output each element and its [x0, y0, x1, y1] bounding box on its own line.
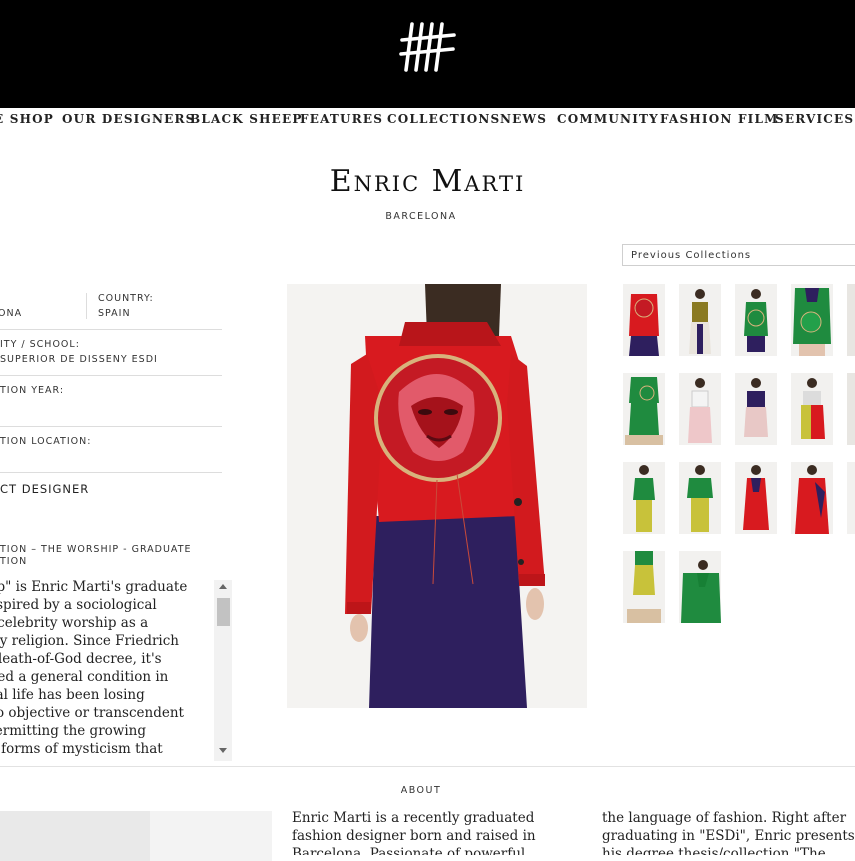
description-line: nce to objective or transcendent [0, 705, 184, 721]
collection-thumbnail[interactable] [735, 284, 777, 356]
nav-e-shop[interactable]: E SHOP [0, 112, 54, 126]
about-text-column-2: the language of fashion. Right after gra… [602, 810, 855, 855]
description-line: on inspired by a sociological [0, 597, 157, 613]
nav-collections[interactable]: COLLECTIONS [387, 112, 500, 126]
collection-thumbnail[interactable] [623, 551, 665, 623]
country-value: SPAIN [98, 308, 131, 319]
collection-thumbnail[interactable] [847, 462, 855, 534]
description-line: he's death-of-God decree, it's [0, 651, 162, 667]
collection-thumbnail[interactable] [791, 373, 833, 445]
nav-news[interactable]: NEWS [500, 112, 547, 126]
description-line: porary religion. Since Friedrich [0, 633, 179, 649]
collection-thumbnail[interactable] [623, 284, 665, 356]
description-line: ity of forms of mysticism that [0, 741, 163, 757]
collection-thumbnail[interactable] [791, 284, 833, 356]
description-line: orship" is Enric Marti's graduate [0, 579, 188, 595]
about-text-column-1: Enric Marti is a recently graduated fash… [292, 810, 536, 855]
collection-title-line1: TION – THE WORSHIP - GRADUATE [0, 544, 192, 555]
tally-marks-logo[interactable] [398, 20, 458, 76]
nav-fashion-film[interactable]: FASHION FILM [660, 112, 779, 126]
country-label: COUNTRY: [98, 293, 154, 304]
university-label: ITY / SCHOOL: [0, 339, 80, 350]
collection-thumbnail[interactable] [791, 462, 833, 534]
collection-thumbnail[interactable] [735, 373, 777, 445]
scroll-up-arrow-icon[interactable] [219, 584, 227, 589]
collection-thumbnail[interactable] [623, 373, 665, 445]
city-value: ONA [0, 308, 23, 319]
collection-thumbnail[interactable] [847, 373, 855, 445]
previous-collections-select[interactable]: Previous Collections [622, 244, 855, 266]
scroll-down-arrow-icon[interactable] [219, 748, 227, 753]
info-divider [0, 426, 222, 427]
collection-title-line2: TION [0, 556, 28, 567]
description-line: ds, permitting the growing [0, 723, 146, 739]
collection-thumbnail[interactable] [679, 551, 721, 623]
collection-thumbnail[interactable] [847, 284, 855, 356]
collection-description[interactable]: orship" is Enric Marti's graduate on ins… [0, 578, 232, 762]
scrollbar-thumb[interactable] [217, 598, 230, 626]
site-header [0, 0, 855, 108]
collection-thumbnail[interactable] [679, 284, 721, 356]
nav-services[interactable]: SERVICES [775, 112, 854, 126]
nav-features[interactable]: FEATURES [300, 112, 383, 126]
nav-our-designers[interactable]: OUR DESIGNERS [62, 112, 196, 126]
designer-type: CT DESIGNER [0, 482, 90, 496]
description-line: ultural life has been losing [0, 687, 145, 703]
main-nav: E SHOP OUR DESIGNERS BLACK SHEEP FEATURE… [0, 108, 855, 130]
info-divider [0, 375, 222, 376]
description-text: orship" is Enric Marti's graduate on ins… [0, 578, 212, 758]
collection-thumbnail[interactable] [679, 373, 721, 445]
description-line: entified a general condition in [0, 669, 169, 685]
nav-black-sheep[interactable]: BLACK SHEEP [190, 112, 303, 126]
info-divider [0, 472, 222, 473]
graduation-location-label: TION LOCATION: [0, 436, 92, 447]
collection-thumbnail[interactable] [623, 462, 665, 534]
about-heading: ABOUT [400, 785, 442, 796]
about-photo [0, 811, 272, 861]
designer-name: Enric Marti [329, 164, 526, 199]
collection-thumbnail[interactable] [735, 462, 777, 534]
university-value: SUPERIOR DE DISSENY ESDI [0, 354, 158, 365]
description-line: bout celebrity worship as a [0, 615, 149, 631]
section-divider [0, 766, 855, 767]
info-divider [0, 329, 222, 330]
graduation-year-label: TION YEAR: [0, 385, 65, 396]
nav-community[interactable]: COMMUNITY [557, 112, 659, 126]
designer-city: BARCELONA [385, 211, 457, 222]
hero-collection-photo[interactable] [287, 284, 587, 708]
collection-thumbnail[interactable] [679, 462, 721, 534]
info-divider-vertical [86, 293, 87, 319]
